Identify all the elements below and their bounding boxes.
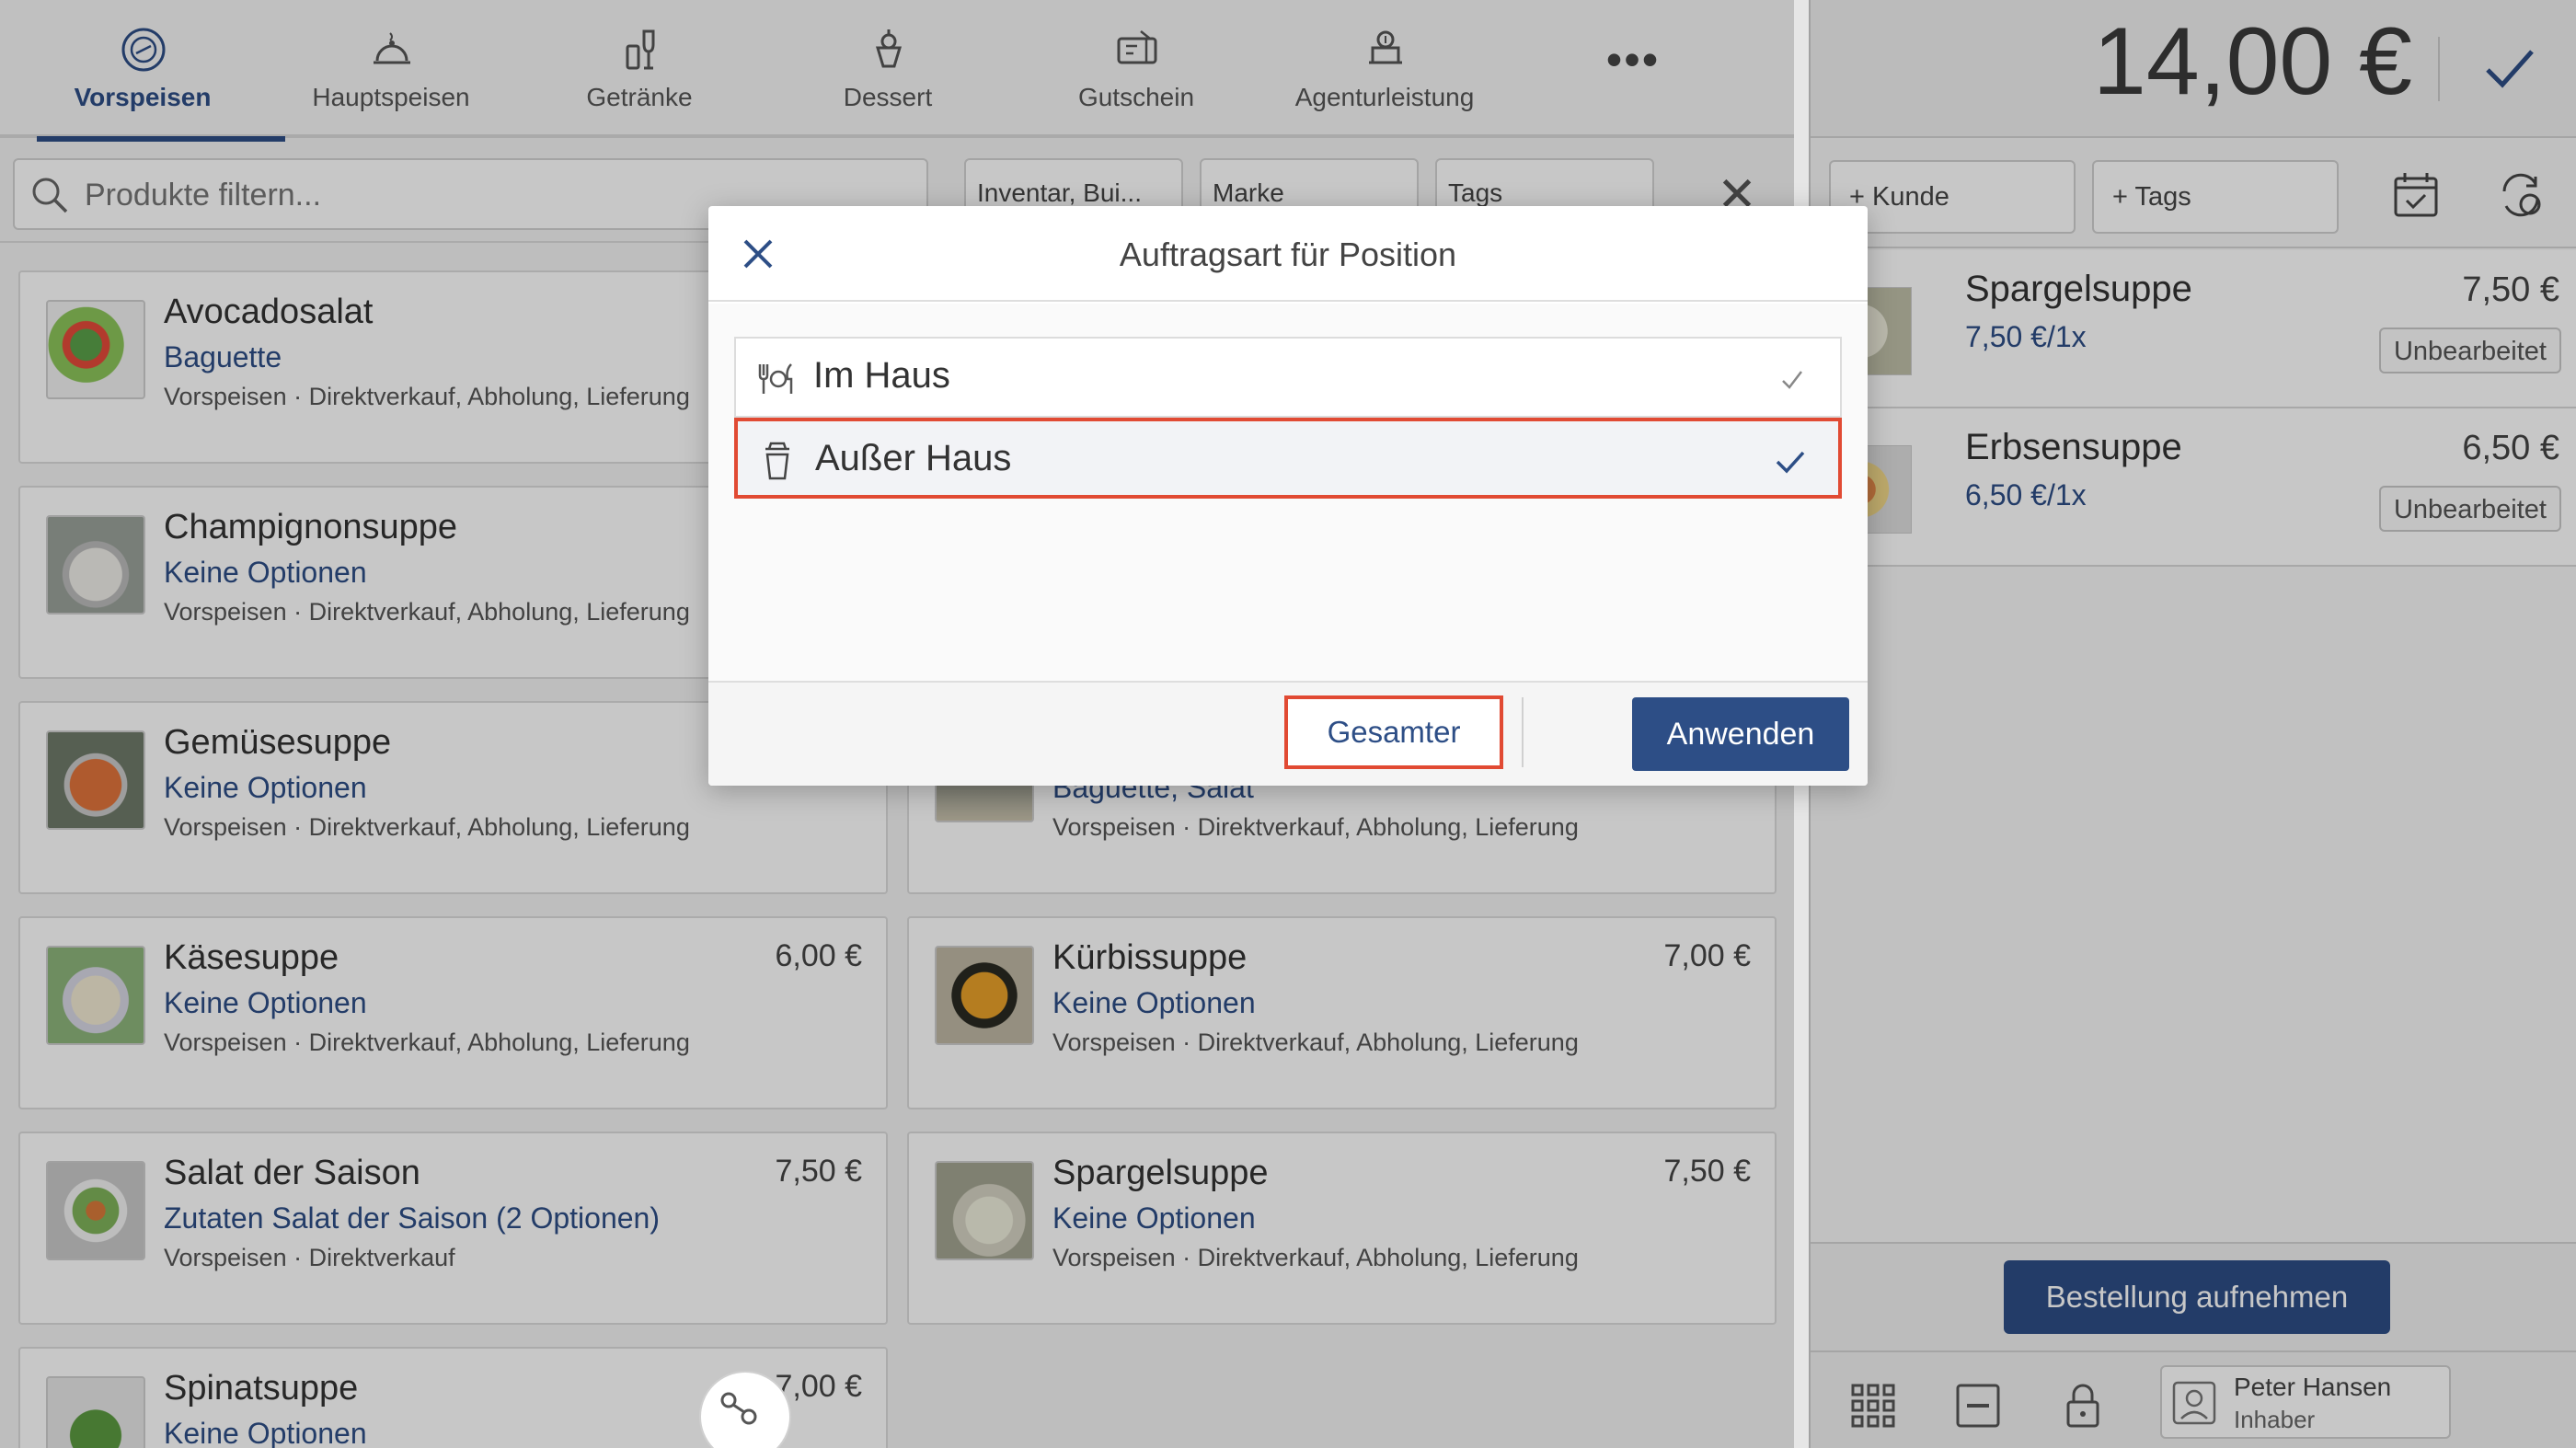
dialog-title: Auftragsart für Position xyxy=(1119,236,1457,273)
close-icon[interactable] xyxy=(734,230,782,278)
option-im-haus[interactable]: Im Haus xyxy=(734,337,1842,418)
option-label: Im Haus xyxy=(813,355,950,396)
modal-overlay xyxy=(1809,0,2576,1448)
option-label: Außer Haus xyxy=(815,438,1012,478)
dialog-body: Im Haus Außer Haus xyxy=(708,304,1868,681)
order-type-dialog: Auftragsart für Position Im Haus Außer Ha… xyxy=(708,206,1868,786)
divider xyxy=(1522,697,1524,767)
apply-button[interactable]: Anwenden xyxy=(1632,697,1849,771)
cutlery-icon xyxy=(758,363,793,394)
takeaway-cup-icon xyxy=(765,442,789,480)
connection-status-button[interactable] xyxy=(699,1371,791,1448)
whole-order-button[interactable]: Gesamter Auftrag xyxy=(1284,695,1503,786)
check-icon xyxy=(1782,371,1802,389)
dialog-header: Auftragsart für Position xyxy=(708,206,1868,302)
option-ausser-haus[interactable]: Außer Haus xyxy=(734,418,1842,499)
check-icon xyxy=(1776,451,1805,474)
dialog-footer: Gesamter Auftrag Anwenden xyxy=(708,681,1868,786)
connection-icon xyxy=(720,1392,757,1425)
